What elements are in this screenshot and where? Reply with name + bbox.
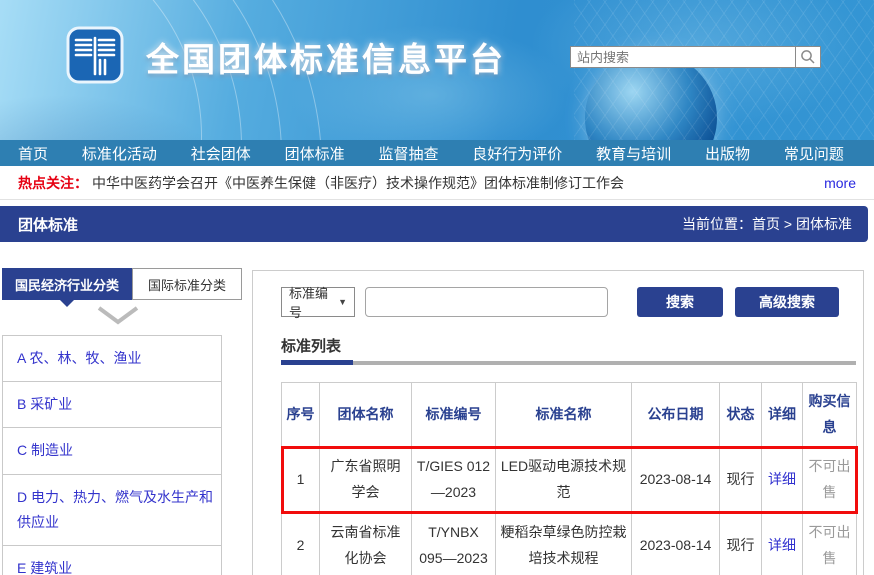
site-search [570,46,821,68]
cell-organization: 云南省标准化协会 [320,513,412,575]
cell-index: 1 [282,447,320,513]
search-field-label: 标准编号 [289,283,338,321]
nav-item[interactable]: 监督抽查 [378,143,438,164]
table-row: 1 广东省照明学会 T/GIES 012—2023 LED驱动电源技术规范 20… [282,447,857,513]
chevron-down-icon[interactable] [96,304,140,326]
standards-table: 序号团体名称标准编号标准名称公布日期状态详细购买信息 1 广东省照明学会 T/G… [281,382,857,575]
content-area: 国民经济行业分类 国际标准分类 A 农、林、牧、渔业B 采矿业C 制造业D 电力… [0,242,874,575]
nav-item[interactable]: 良好行为评价 [472,143,562,164]
table-row: 2 云南省标准化协会 T/YNBX 095—2023 粳稻杂草绿色防控栽培技术规… [282,513,857,575]
sidebar-category-list: A 农、林、牧、渔业B 采矿业C 制造业D 电力、热力、燃气及水生产和供应业E … [2,335,222,575]
nav-item[interactable]: 标准化活动 [82,143,157,164]
cell-status: 现行 [720,447,762,513]
cell-standard-name: 粳稻杂草绿色防控栽培技术规程 [496,513,632,575]
site-search-input[interactable] [570,46,795,68]
hot-news-link[interactable]: 中华中医药学会召开《中医养生保健（非医疗）技术操作规范》团体标准制修订工作会 [92,173,814,193]
nav-item[interactable]: 出版物 [705,143,750,164]
cell-publish-date: 2023-08-14 [632,447,720,513]
title-rule [281,361,856,365]
detail-link[interactable]: 详细 [768,471,796,487]
cell-status: 现行 [720,513,762,575]
cell-index: 2 [282,513,320,575]
site-search-button[interactable] [795,46,821,68]
table-header-cell: 团体名称 [320,383,412,448]
nav-item[interactable]: 常见问题 [784,143,844,164]
cell-standard-code: T/YNBX 095—2023 [412,513,496,575]
cell-detail: 详细 [762,513,803,575]
table-header-cell: 标准编号 [412,383,496,448]
main-nav: 首页 标准化活动 社会团体 团体标准 监督抽查 良好行为评价 教育与培训 出版物 常见问题 [0,140,874,166]
cell-publish-date: 2023-08-14 [632,513,720,575]
sidebar-tab[interactable]: 国民经济行业分类 [2,268,132,300]
breadcrumb: 当前位置：首页 > 团体标准 [682,214,852,234]
select-arrow-icon: ▼ [338,297,347,307]
sidebar-category-item[interactable]: D 电力、热力、燃气及水生产和供应业 [3,475,221,546]
table-header-cell: 公布日期 [632,383,720,448]
cell-purchase-info: 不可出售 [803,513,857,575]
page: 全国团体标准信息平台 首页标准化活动社会团体团体标准监督抽查良好行为评价教育与培… [0,0,874,575]
breadcrumb-prefix: 当前位置： [682,216,752,232]
title-rule-accent [281,360,353,365]
table-header-cell: 标准名称 [496,383,632,448]
more-link[interactable]: more [824,175,856,191]
sidebar-tabs: 国民经济行业分类 国际标准分类 [2,268,242,300]
search-icon [800,49,816,65]
sidebar-tab[interactable]: 国际标准分类 [132,268,242,300]
cell-detail: 详细 [762,447,803,513]
sidebar-category-item[interactable]: A 农、林、牧、渔业 [3,336,221,382]
site-header: 全国团体标准信息平台 [0,0,874,140]
search-field-select[interactable]: 标准编号 ▼ [281,287,355,317]
main-panel: 标准编号 ▼ 搜索 高级搜索 标准列表 序号团体名称标准编号标准名称公布日期状态… [252,270,864,575]
cell-standard-name: LED驱动电源技术规范 [496,447,632,513]
sidebar-category-item[interactable]: E 建筑业 [3,546,221,575]
hot-label: 热点关注： [18,173,88,193]
table-header-cell: 购买信息 [803,383,857,448]
breadcrumb-separator: > [780,216,796,232]
search-button[interactable]: 搜索 [637,287,723,317]
breadcrumb-current: 团体标准 [796,216,852,232]
table-header-cell: 状态 [720,383,762,448]
section-title: 团体标准 [18,214,78,235]
table-header-cell: 序号 [282,383,320,448]
list-title: 标准列表 [281,335,341,356]
platform-logo-icon[interactable] [66,26,124,84]
sidebar-category-item[interactable]: C 制造业 [3,428,221,474]
cell-standard-code: T/GIES 012—2023 [412,447,496,513]
grid-pattern [574,0,874,140]
advanced-search-button[interactable]: 高级搜索 [735,287,839,317]
detail-link[interactable]: 详细 [768,537,796,553]
sidebar-category-item[interactable]: B 采矿业 [3,382,221,428]
site-title: 全国团体标准信息平台 [146,33,506,81]
location-bar: 团体标准 当前位置：首页 > 团体标准 [0,206,868,242]
nav-item[interactable]: 社会团体 [191,143,251,164]
hot-bar: 热点关注： 中华中医药学会召开《中医养生保健（非医疗）技术操作规范》团体标准制修… [0,166,874,200]
cell-organization: 广东省照明学会 [320,447,412,513]
table-header-cell: 详细 [762,383,803,448]
standard-search-input[interactable] [365,287,608,317]
breadcrumb-home[interactable]: 首页 [752,216,780,232]
table-header-row: 序号团体名称标准编号标准名称公布日期状态详细购买信息 [282,383,857,448]
nav-item[interactable]: 教育与培训 [596,143,671,164]
cell-purchase-info: 不可出售 [803,447,857,513]
nav-item[interactable]: 团体标准 [285,143,345,164]
nav-item[interactable]: 首页 [18,143,48,164]
